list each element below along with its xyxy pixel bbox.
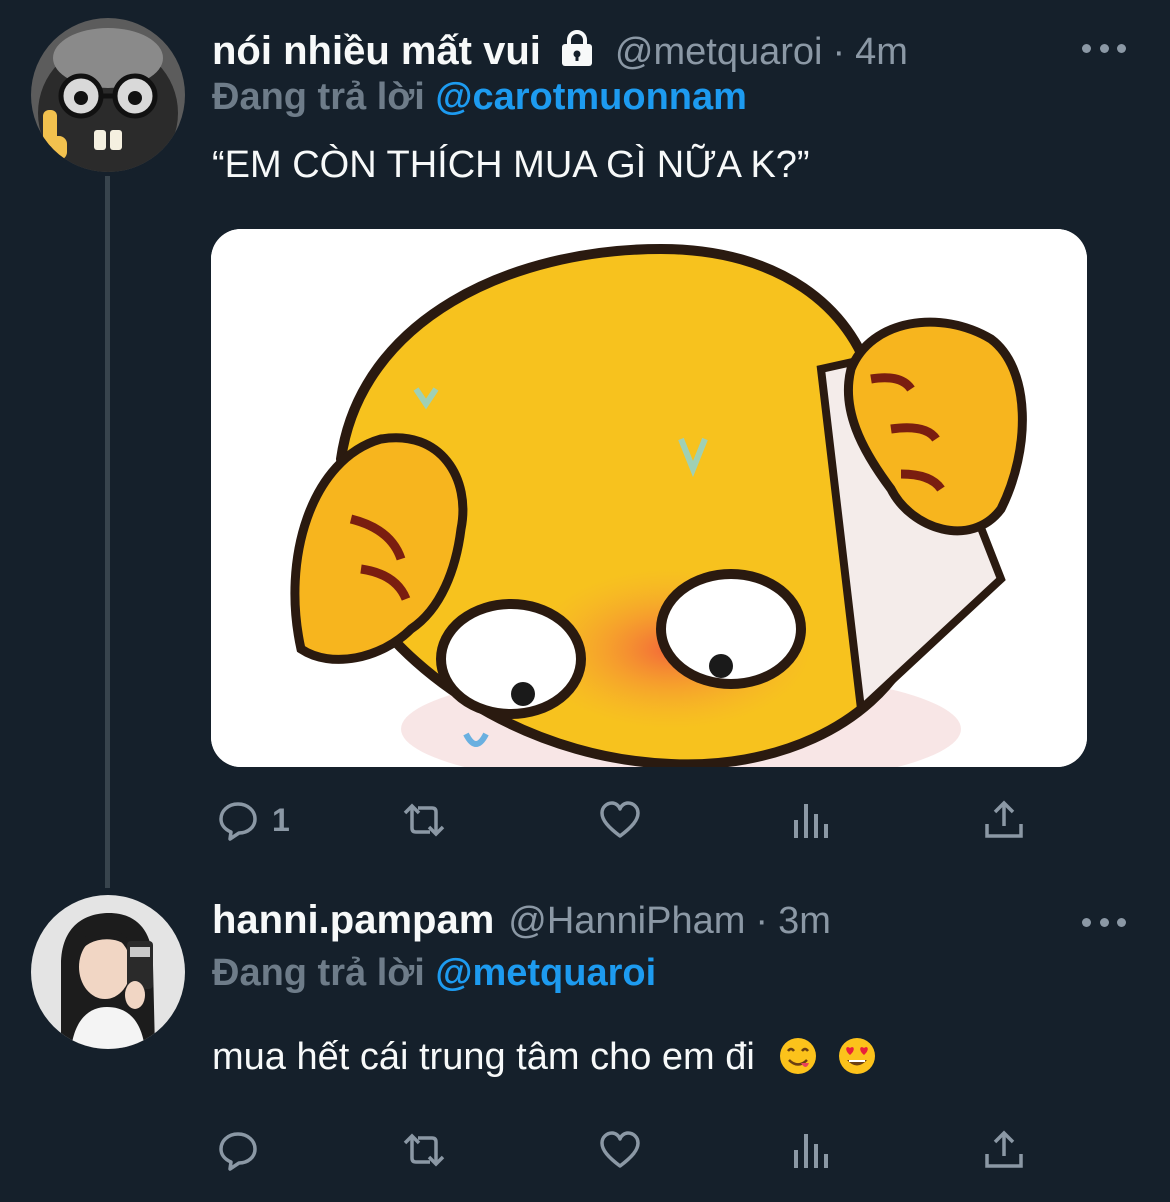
replying-to: Đang trả lời @metquaroi bbox=[212, 952, 656, 995]
retweet-button[interactable] bbox=[402, 1125, 446, 1175]
lock-icon bbox=[557, 28, 597, 68]
avatar[interactable] bbox=[31, 895, 185, 1049]
replying-mention-link[interactable]: @metquaroi bbox=[435, 952, 656, 994]
share-icon bbox=[985, 1130, 1023, 1168]
yum-emoji bbox=[779, 1037, 817, 1075]
like-button[interactable] bbox=[598, 795, 642, 845]
retweet-icon bbox=[403, 1133, 445, 1167]
share-icon bbox=[985, 800, 1023, 838]
like-button[interactable] bbox=[598, 1125, 642, 1175]
tweet-text: “EM CÒN THÍCH MUA GÌ NỮA K?” bbox=[212, 144, 810, 186]
tweet-media-image[interactable] bbox=[211, 229, 1087, 767]
share-button[interactable] bbox=[982, 1125, 1026, 1175]
more-options-icon[interactable] bbox=[1082, 42, 1126, 54]
tweet-text-container: mua hết cái trung tâm cho em đi bbox=[212, 1036, 876, 1079]
heart-eyes-emoji bbox=[838, 1037, 876, 1075]
avatar[interactable] bbox=[31, 18, 185, 172]
retweet-button[interactable] bbox=[402, 795, 446, 845]
display-name[interactable]: nói nhiều mất vui bbox=[212, 29, 541, 74]
tweet-1[interactable]: nói nhiều mất vui @metquaroi · 4m Đang t… bbox=[0, 0, 1170, 880]
analytics-icon bbox=[794, 1134, 828, 1168]
user-handle[interactable]: @metquaroi bbox=[615, 31, 823, 74]
timestamp[interactable]: 3m bbox=[778, 900, 831, 943]
tweet-actions: 1 bbox=[212, 795, 1032, 845]
user-handle[interactable]: @HanniPham bbox=[508, 900, 745, 943]
replying-to: Đang trả lời @carotmuonnam bbox=[212, 76, 747, 119]
more-options-icon[interactable] bbox=[1082, 916, 1126, 928]
replying-prefix: Đang trả lời bbox=[212, 952, 425, 994]
analytics-button[interactable] bbox=[790, 1125, 834, 1175]
replying-mention-link[interactable]: @carotmuonnam bbox=[435, 76, 747, 118]
separator-dot: · bbox=[832, 31, 846, 73]
replying-prefix: Đang trả lời bbox=[212, 76, 425, 118]
retweet-icon bbox=[403, 803, 445, 837]
timestamp[interactable]: 4m bbox=[855, 31, 908, 74]
like-icon bbox=[600, 801, 640, 838]
share-button[interactable] bbox=[982, 795, 1026, 845]
tweet-actions bbox=[212, 1125, 1032, 1175]
reply-button[interactable]: 1 bbox=[216, 795, 290, 845]
tweet-text: mua hết cái trung tâm cho em đi bbox=[212, 1036, 755, 1078]
analytics-button[interactable] bbox=[790, 795, 834, 845]
tweet-header: nói nhiều mất vui @metquaroi · 4m bbox=[212, 24, 908, 74]
tweet-header: hanni.pampam @HanniPham · 3m bbox=[212, 898, 831, 943]
reply-icon bbox=[219, 802, 257, 841]
analytics-icon bbox=[794, 804, 828, 838]
tweet-2[interactable]: hanni.pampam @HanniPham · 3m Đang trả lờ… bbox=[0, 880, 1170, 1202]
reply-icon bbox=[219, 1132, 257, 1171]
separator-dot: · bbox=[755, 900, 769, 942]
like-icon bbox=[600, 1131, 640, 1168]
display-name[interactable]: hanni.pampam bbox=[212, 898, 494, 943]
reply-count: 1 bbox=[272, 801, 290, 838]
reply-button[interactable] bbox=[216, 1125, 260, 1175]
